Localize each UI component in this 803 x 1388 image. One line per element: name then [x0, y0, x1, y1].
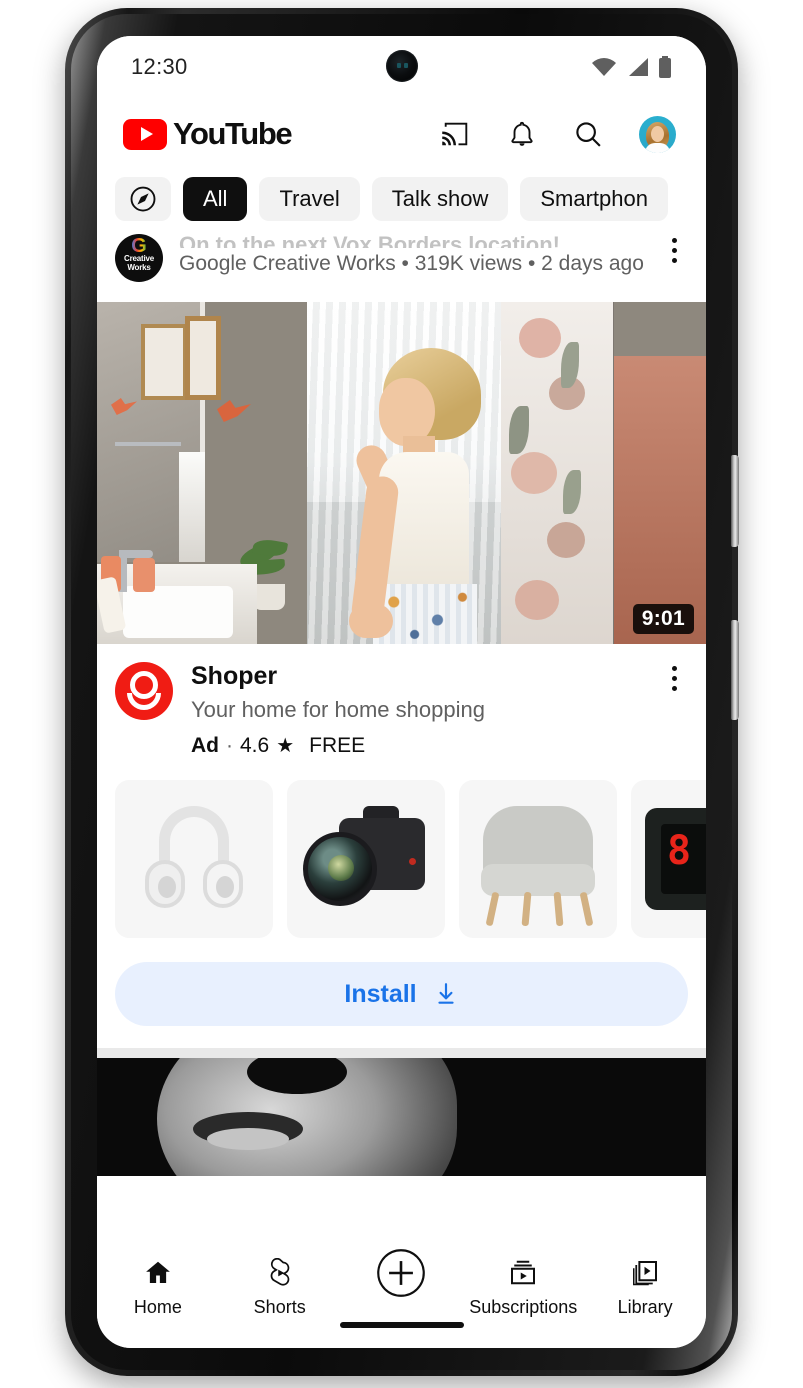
chip-talk-show[interactable]: Talk show: [371, 177, 509, 221]
search-icon[interactable]: [573, 119, 603, 149]
power-button[interactable]: [731, 620, 739, 720]
notifications-bell-icon[interactable]: [507, 119, 537, 149]
cellular-signal-icon: [629, 58, 648, 76]
channel-avatar[interactable]: G Creative Works: [115, 234, 163, 282]
shorts-icon: [265, 1256, 295, 1290]
install-button-wrap: Install: [97, 938, 706, 1026]
bottom-navigation: Home Shorts Subscriptions Library: [97, 1244, 706, 1348]
create-plus-icon: [375, 1249, 427, 1297]
video-thumbnail[interactable]: 9:01: [97, 302, 706, 644]
status-time: 12:30: [131, 54, 188, 79]
product-armchair[interactable]: [459, 780, 617, 938]
home-indicator[interactable]: [339, 1322, 464, 1328]
download-icon: [438, 983, 454, 1004]
filter-chip-bar[interactable]: All Travel Talk show Smartphon: [97, 170, 706, 230]
nav-item-create[interactable]: [341, 1249, 463, 1297]
home-icon: [143, 1256, 173, 1290]
video-feed: G Creative Works On to the next Vox Bord…: [97, 230, 706, 1176]
video-title: On to the next Vox Borders location!: [179, 234, 560, 248]
app-header: YouTube: [97, 98, 706, 170]
ad-card: Shoper Your home for home shopping Ad · …: [97, 644, 706, 1048]
ad-more-vertical-icon[interactable]: [660, 662, 688, 691]
star-icon: ★: [276, 735, 295, 757]
feed-divider: [97, 1048, 706, 1058]
subscriptions-icon: [508, 1256, 538, 1290]
product-camera[interactable]: [287, 780, 445, 938]
video-subtitle: Google Creative Works • 319K views • 2 d…: [179, 252, 644, 275]
ad-tagline: Your home for home shopping: [191, 697, 485, 722]
phone-screen: 12:30 YouTube All Travel Talk show Smart…: [97, 36, 706, 1348]
cast-icon[interactable]: [441, 119, 471, 149]
install-button[interactable]: Install: [115, 962, 688, 1026]
more-vertical-icon[interactable]: [660, 234, 688, 263]
video-meta-row[interactable]: G Creative Works On to the next Vox Bord…: [97, 230, 706, 302]
next-video-thumbnail[interactable]: [97, 1058, 706, 1176]
library-icon: [630, 1256, 660, 1290]
chip-travel[interactable]: Travel: [259, 177, 360, 221]
brand-name: YouTube: [173, 116, 293, 151]
video-duration-badge: 9:01: [632, 604, 694, 634]
volume-button[interactable]: [731, 455, 739, 547]
status-bar: 12:30: [97, 36, 706, 98]
front-camera-cutout: [385, 50, 418, 82]
ad-separator: ·: [226, 733, 233, 757]
nav-item-library[interactable]: Library: [584, 1256, 706, 1318]
screenshot-stage: 12:30 YouTube All Travel Talk show Smart…: [0, 0, 803, 1388]
product-headphones[interactable]: [115, 780, 273, 938]
nav-item-shorts[interactable]: Shorts: [219, 1256, 341, 1318]
status-icons: [591, 56, 672, 78]
nav-label-home: Home: [133, 1297, 182, 1317]
ad-attribution-row: Ad · 4.6 ★ FREE: [191, 733, 642, 758]
youtube-logo[interactable]: YouTube: [123, 116, 293, 152]
avatar[interactable]: [639, 115, 676, 153]
google-g-logo: G: [131, 235, 147, 257]
ad-badge: Ad: [191, 733, 219, 757]
thumbnail-scene: [97, 302, 706, 644]
ad-app-name: Shoper: [191, 662, 278, 690]
chip-smartphones[interactable]: Smartphon: [520, 177, 668, 221]
ad-rating: 4.6: [240, 733, 270, 757]
nav-label-subscriptions: Subscriptions: [469, 1297, 578, 1317]
youtube-play-icon: [123, 118, 167, 150]
avatar-face: [651, 125, 664, 142]
header-actions: [441, 115, 680, 153]
wifi-icon: [592, 58, 616, 76]
ad-price: FREE: [309, 733, 366, 757]
nav-label-library: Library: [617, 1297, 673, 1317]
nav-item-home[interactable]: Home: [97, 1256, 219, 1318]
product-digital-clock[interactable]: 88: [631, 780, 706, 938]
chip-explore[interactable]: [115, 177, 171, 221]
ad-product-carousel[interactable]: 88: [97, 758, 706, 938]
nav-label-shorts: Shorts: [253, 1297, 306, 1317]
shoper-app-icon: [115, 662, 173, 720]
ad-text-column: Shoper Your home for home shopping Ad · …: [191, 662, 642, 758]
chip-all[interactable]: All: [183, 177, 248, 221]
battery-icon: [659, 56, 671, 78]
channel-avatar-label: Creative Works: [124, 254, 154, 272]
install-label: Install: [344, 979, 417, 1008]
ad-header[interactable]: Shoper Your home for home shopping Ad · …: [97, 662, 706, 758]
compass-explore-icon: [130, 186, 156, 212]
nav-item-subscriptions[interactable]: Subscriptions: [462, 1256, 584, 1318]
video-meta-column: On to the next Vox Borders location! Goo…: [179, 234, 644, 276]
